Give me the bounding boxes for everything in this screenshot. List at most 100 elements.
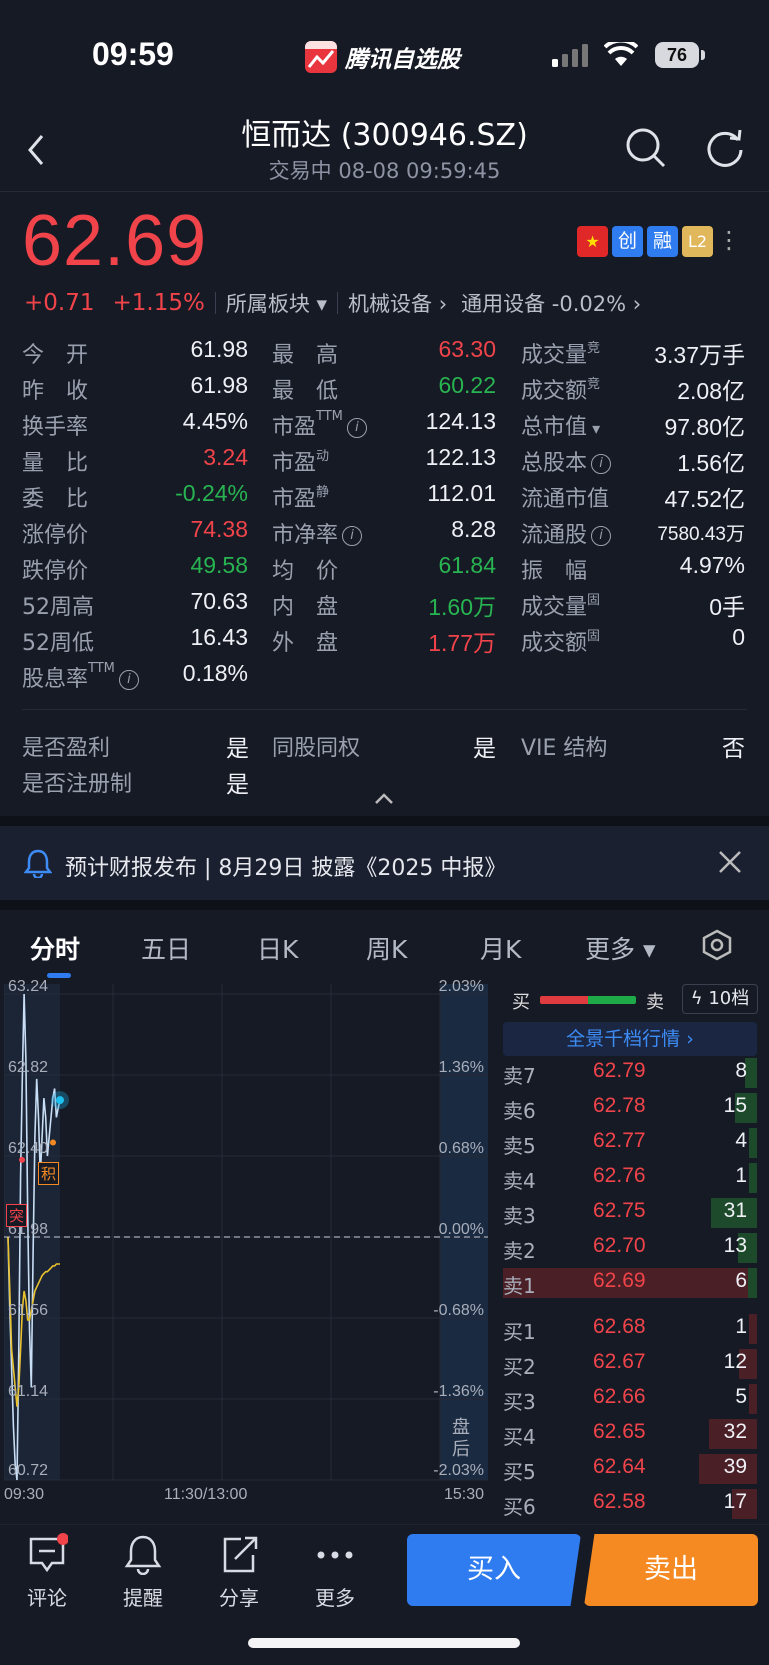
y-pct-tick-label: -0.68% bbox=[433, 1302, 484, 1319]
buy-button[interactable]: 买入 bbox=[407, 1534, 581, 1606]
quote-label-text: 成交额 bbox=[521, 379, 588, 404]
sell-button[interactable]: 卖出 bbox=[584, 1534, 758, 1606]
full-depth-link[interactable]: 全景千档行情 › bbox=[503, 1022, 757, 1056]
breakout-marker[interactable]: 突 bbox=[6, 1204, 28, 1227]
ask-row[interactable]: 卖7 62.79 8 bbox=[503, 1058, 757, 1088]
quote-label[interactable]: 市净率 i bbox=[272, 517, 363, 549]
app-name: 腾讯自选股 bbox=[345, 47, 460, 73]
quote-value: 4.97% bbox=[679, 552, 745, 578]
caret-down-icon[interactable]: ▾ bbox=[587, 419, 600, 438]
bid-row[interactable]: 买6 62.58 17 bbox=[503, 1489, 757, 1519]
more-label: 更多 bbox=[315, 1586, 355, 1610]
sector-link-2[interactable]: 通用设备 -0.02% › bbox=[461, 288, 641, 318]
info-icon[interactable]: i bbox=[118, 670, 139, 690]
quote-label: 量 比 bbox=[22, 445, 88, 477]
chart-canvas bbox=[3, 984, 488, 1481]
alert-label: 提醒 bbox=[123, 1586, 163, 1610]
quote-label: 流通市值 bbox=[521, 481, 609, 513]
orderbook-sell-label: 卖 bbox=[646, 992, 664, 1013]
quote-label-sup: 固 bbox=[587, 629, 601, 644]
bid-row[interactable]: 买2 62.67 12 bbox=[503, 1349, 757, 1379]
share-icon bbox=[223, 1536, 258, 1573]
flag-label: VIE 结构 bbox=[521, 736, 608, 761]
tab-daily-k[interactable]: 日K bbox=[257, 930, 298, 966]
accumulate-marker[interactable]: 积 bbox=[38, 1162, 60, 1185]
settings-icon[interactable] bbox=[702, 929, 732, 961]
quote-value: 4.45% bbox=[182, 408, 248, 434]
margin-badge[interactable]: 融 bbox=[647, 226, 678, 257]
ask-row[interactable]: 卖1 62.69 6 bbox=[503, 1268, 757, 1298]
info-icon[interactable]: i bbox=[342, 526, 363, 546]
bid-row[interactable]: 买4 62.65 32 bbox=[503, 1419, 757, 1449]
quote-label: 内 盘 bbox=[272, 589, 338, 621]
level-price: 62.77 bbox=[593, 1129, 646, 1152]
quote-value: 1.77万 bbox=[428, 630, 496, 656]
bid-row[interactable]: 买5 62.64 39 bbox=[503, 1454, 757, 1484]
quote-label[interactable]: 总市值 ▾ bbox=[521, 409, 600, 441]
orderbook-depth-toggle[interactable]: ϟ 10档 bbox=[682, 984, 758, 1014]
intraday-chart[interactable]: 63.24 62.82 62.40 61.98 61.56 61.14 60.72 2.03%… bbox=[3, 978, 488, 1503]
tab-five-day[interactable]: 五日 bbox=[141, 930, 191, 966]
sector-link-1[interactable]: 机械设备 › bbox=[348, 288, 447, 318]
tab-weekly-k[interactable]: 周K bbox=[366, 930, 407, 966]
level-price: 62.69 bbox=[593, 1269, 646, 1292]
more-vertical-icon[interactable]: ⋮ bbox=[717, 226, 741, 257]
ask-row[interactable]: 卖4 62.76 1 bbox=[503, 1163, 757, 1193]
info-icon[interactable]: i bbox=[591, 454, 612, 474]
comment-button[interactable]: 评论 bbox=[12, 1532, 82, 1611]
bid-row[interactable]: 买1 62.68 1 bbox=[503, 1314, 757, 1344]
app-logo-icon bbox=[305, 41, 337, 73]
tab-intraday[interactable]: 分时 bbox=[30, 930, 80, 966]
quote-label: 52周低 bbox=[22, 625, 94, 657]
quote-label-text: 市盈 bbox=[272, 487, 317, 512]
level-volume: 8 bbox=[735, 1059, 747, 1082]
ask-row[interactable]: 卖3 62.75 31 bbox=[503, 1198, 757, 1228]
quote-label: 涨停价 bbox=[22, 517, 88, 549]
signal-dot bbox=[50, 1139, 56, 1146]
chevron-up-icon[interactable] bbox=[374, 792, 394, 806]
level-label: 买1 bbox=[503, 1320, 536, 1344]
level-label: 买2 bbox=[503, 1355, 536, 1379]
quote-label: 市盈静 bbox=[272, 481, 329, 513]
quote-label-text: 最 高 bbox=[272, 343, 339, 368]
tab-monthly-k[interactable]: 月K bbox=[480, 930, 521, 966]
quote-label[interactable]: 股息率TTMi bbox=[22, 661, 139, 693]
quote-label: 换手率 bbox=[22, 409, 88, 441]
info-icon[interactable]: i bbox=[346, 418, 367, 438]
share-button[interactable]: 分享 bbox=[204, 1532, 274, 1611]
ask-row[interactable]: 卖6 62.78 15 bbox=[503, 1093, 757, 1123]
bid-row[interactable]: 买3 62.66 5 bbox=[503, 1384, 757, 1414]
tab-more[interactable]: 更多 ▾ bbox=[585, 930, 656, 966]
close-icon[interactable] bbox=[716, 848, 744, 876]
level-price: 62.75 bbox=[593, 1199, 646, 1222]
volume-bar bbox=[749, 1314, 757, 1344]
y-tick-label: 63.24 bbox=[8, 978, 49, 995]
ask-row[interactable]: 卖5 62.77 4 bbox=[503, 1128, 757, 1158]
orderbook-balance-bar bbox=[540, 996, 636, 1004]
y-pct-tick-label: 2.03% bbox=[438, 978, 484, 995]
chinext-badge[interactable]: 创 bbox=[612, 226, 643, 257]
quote-label[interactable]: 市盈TTMi bbox=[272, 409, 367, 441]
info-icon[interactable]: i bbox=[591, 526, 612, 546]
level2-badge[interactable]: L2 bbox=[682, 226, 713, 257]
quote-value: 61.84 bbox=[438, 552, 496, 578]
alert-button[interactable]: 提醒 bbox=[108, 1532, 178, 1611]
quote-label-text: 跌停价 bbox=[22, 559, 89, 584]
y-tick-label: 62.40 bbox=[8, 1140, 49, 1157]
level-label: 卖6 bbox=[503, 1099, 536, 1123]
level-volume: 12 bbox=[723, 1350, 747, 1373]
quote-label[interactable]: 总股本 i bbox=[521, 445, 612, 477]
refresh-icon[interactable] bbox=[704, 126, 748, 170]
level-volume: 31 bbox=[723, 1199, 747, 1222]
share-label: 分享 bbox=[219, 1586, 259, 1610]
sector-dropdown[interactable]: 所属板块 ▾ bbox=[226, 288, 327, 318]
ask-row[interactable]: 卖2 62.70 13 bbox=[503, 1233, 757, 1263]
quote-label-text: 委 比 bbox=[22, 487, 89, 512]
quote-label[interactable]: 流通股 i bbox=[521, 517, 612, 549]
tab-underline bbox=[47, 973, 71, 978]
search-icon[interactable] bbox=[624, 126, 668, 170]
quote-label-text: 市盈 bbox=[272, 451, 317, 476]
more-button[interactable]: 更多 bbox=[300, 1532, 370, 1611]
quote-label-text: 振 幅 bbox=[521, 559, 588, 584]
level-price: 62.76 bbox=[593, 1164, 646, 1187]
